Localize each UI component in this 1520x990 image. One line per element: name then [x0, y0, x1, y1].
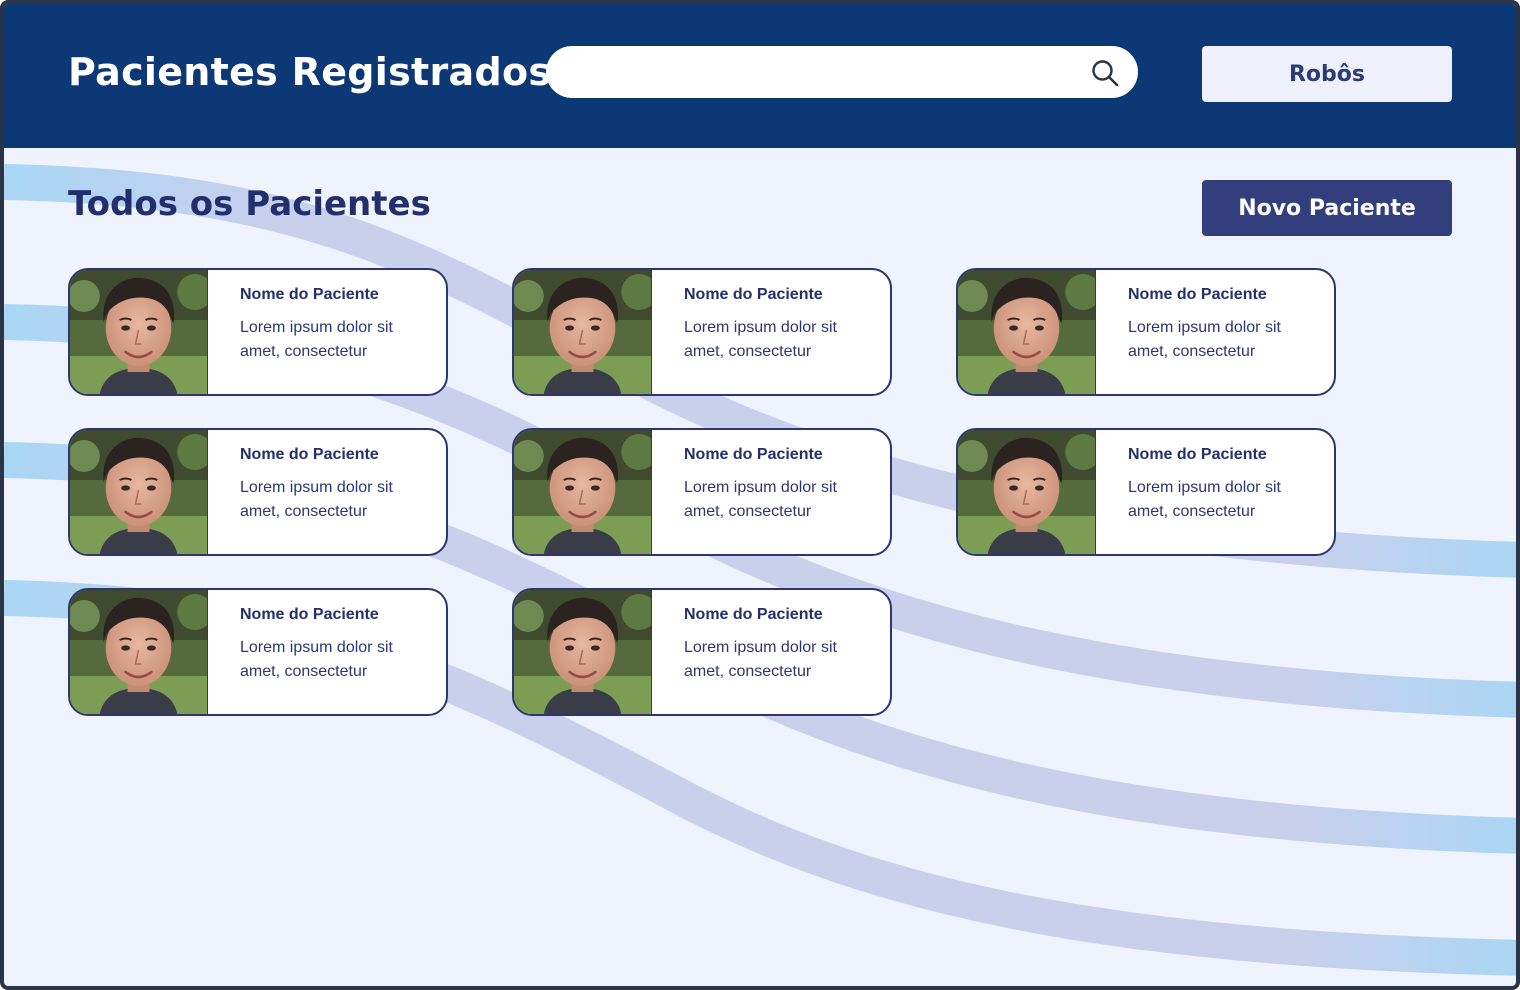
patient-grid: Nome do Paciente Lorem ipsum dolor sit a… [68, 268, 1348, 716]
patient-description: Lorem ipsum dolor sit amet, consectetur [684, 479, 837, 520]
patient-photo [514, 590, 652, 714]
app-title: Pacientes Registrados [68, 50, 552, 94]
patient-card[interactable]: Nome do Paciente Lorem ipsum dolor sit a… [512, 428, 892, 556]
top-bar: Pacientes Registrados Robôs [4, 4, 1516, 148]
patient-name: Nome do Paciente [684, 286, 823, 303]
patient-photo [70, 430, 208, 554]
patient-name: Nome do Paciente [684, 446, 823, 463]
patient-name: Nome do Paciente [1128, 286, 1267, 303]
patient-photo [958, 430, 1096, 554]
patient-description: Lorem ipsum dolor sit amet, consectetur [240, 479, 393, 520]
patient-card[interactable]: Nome do Paciente Lorem ipsum dolor sit a… [956, 428, 1336, 556]
robots-button[interactable]: Robôs [1202, 46, 1452, 102]
patient-name: Nome do Paciente [240, 606, 379, 623]
section-title: Todos os Pacientes [68, 184, 431, 224]
patient-description: Lorem ipsum dolor sit amet, consectetur [684, 319, 837, 360]
patient-info: Nome do Paciente Lorem ipsum dolor sit a… [652, 270, 864, 394]
patient-description: Lorem ipsum dolor sit amet, consectetur [684, 639, 837, 680]
patient-info: Nome do Paciente Lorem ipsum dolor sit a… [1096, 430, 1308, 554]
patient-photo [514, 270, 652, 394]
patient-photo [70, 270, 208, 394]
patient-card[interactable]: Nome do Paciente Lorem ipsum dolor sit a… [512, 588, 892, 716]
new-patient-button[interactable]: Novo Paciente [1202, 180, 1452, 236]
patient-card[interactable]: Nome do Paciente Lorem ipsum dolor sit a… [68, 268, 448, 396]
patient-card[interactable]: Nome do Paciente Lorem ipsum dolor sit a… [956, 268, 1336, 396]
patient-info: Nome do Paciente Lorem ipsum dolor sit a… [652, 430, 864, 554]
patient-card[interactable]: Nome do Paciente Lorem ipsum dolor sit a… [68, 428, 448, 556]
patient-photo [514, 430, 652, 554]
patient-description: Lorem ipsum dolor sit amet, consectetur [240, 639, 393, 680]
patient-name: Nome do Paciente [684, 606, 823, 623]
patient-name: Nome do Paciente [240, 286, 379, 303]
patient-info: Nome do Paciente Lorem ipsum dolor sit a… [652, 590, 864, 714]
search-icon[interactable] [1090, 58, 1120, 88]
patient-description: Lorem ipsum dolor sit amet, consectetur [1128, 319, 1281, 360]
patient-info: Nome do Paciente Lorem ipsum dolor sit a… [208, 590, 420, 714]
patient-info: Nome do Paciente Lorem ipsum dolor sit a… [208, 270, 420, 394]
app-window: Pacientes Registrados Robôs Todos os Pac… [0, 0, 1520, 990]
patient-photo [70, 590, 208, 714]
search-input[interactable] [546, 46, 1138, 98]
patient-name: Nome do Paciente [240, 446, 379, 463]
patient-card[interactable]: Nome do Paciente Lorem ipsum dolor sit a… [68, 588, 448, 716]
patient-info: Nome do Paciente Lorem ipsum dolor sit a… [1096, 270, 1308, 394]
patient-info: Nome do Paciente Lorem ipsum dolor sit a… [208, 430, 420, 554]
patient-description: Lorem ipsum dolor sit amet, consectetur [1128, 479, 1281, 520]
patient-photo [958, 270, 1096, 394]
patient-card[interactable]: Nome do Paciente Lorem ipsum dolor sit a… [512, 268, 892, 396]
patient-name: Nome do Paciente [1128, 446, 1267, 463]
patient-description: Lorem ipsum dolor sit amet, consectetur [240, 319, 393, 360]
